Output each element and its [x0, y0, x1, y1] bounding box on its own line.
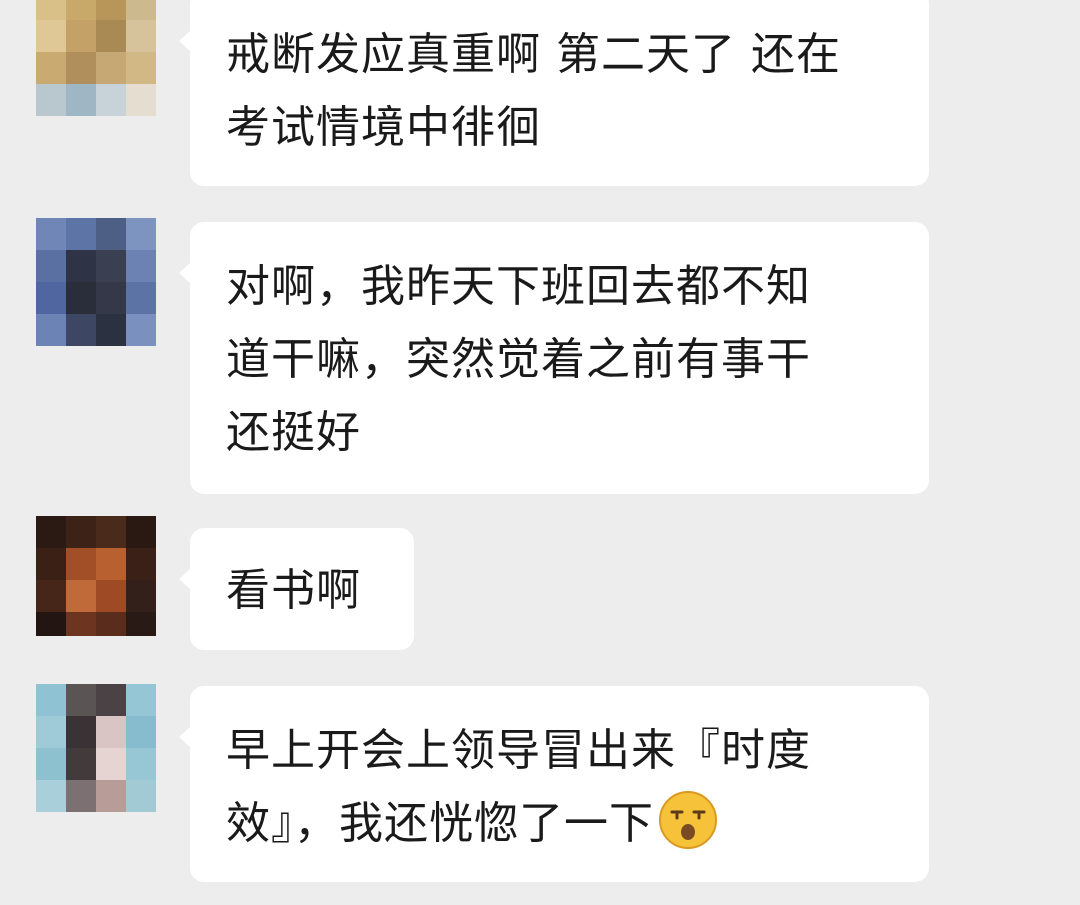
avatar[interactable]: [36, 0, 156, 116]
message-line: 效』，我还恍惚了一下: [226, 798, 654, 849]
sleepy-face-emoji-icon: [658, 790, 718, 850]
blurred-avatar-icon: [36, 218, 156, 346]
message-text: 看书啊: [226, 554, 378, 627]
chat-message: 看书啊: [0, 516, 1080, 652]
avatar[interactable]: [36, 684, 156, 812]
blurred-avatar-icon: [36, 516, 156, 636]
message-bubble[interactable]: 看书啊: [179, 528, 414, 650]
message-line: 戒断发应真重啊 第二天了 还在: [226, 29, 841, 80]
chat-message-list: 戒断发应真重啊 第二天了 还在 考试情境中徘徊 对啊，我昨天下班回去都不知 道干…: [0, 0, 1080, 905]
message-line: 看书啊: [226, 565, 361, 616]
message-line: 还挺好: [226, 407, 361, 458]
message-bubble[interactable]: 戒断发应真重啊 第二天了 还在 考试情境中徘徊: [179, 0, 929, 186]
chat-message: 早上开会上领导冒出来『时度 效』，我还恍惚了一下: [0, 684, 1080, 884]
avatar[interactable]: [36, 218, 156, 346]
blurred-avatar-icon: [36, 0, 156, 116]
message-line: 对啊，我昨天下班回去都不知: [226, 261, 811, 312]
chat-message: 戒断发应真重啊 第二天了 还在 考试情境中徘徊: [0, 0, 1080, 190]
message-text: 对啊，我昨天下班回去都不知 道干嘛，突然觉着之前有事干 还挺好: [226, 250, 893, 469]
message-bubble[interactable]: 早上开会上领导冒出来『时度 效』，我还恍惚了一下: [179, 686, 929, 882]
message-line: 考试情境中徘徊: [226, 102, 541, 153]
message-text: 戒断发应真重啊 第二天了 还在 考试情境中徘徊: [226, 18, 893, 164]
message-line: 早上开会上领导冒出来『时度: [226, 725, 811, 776]
avatar[interactable]: [36, 516, 156, 636]
message-bubble[interactable]: 对啊，我昨天下班回去都不知 道干嘛，突然觉着之前有事干 还挺好: [179, 222, 929, 494]
message-line: 道干嘛，突然觉着之前有事干: [226, 334, 811, 385]
blurred-avatar-icon: [36, 684, 156, 812]
message-text: 早上开会上领导冒出来『时度 效』，我还恍惚了一下: [226, 714, 893, 860]
chat-message: 对啊，我昨天下班回去都不知 道干嘛，突然觉着之前有事干 还挺好: [0, 218, 1080, 494]
